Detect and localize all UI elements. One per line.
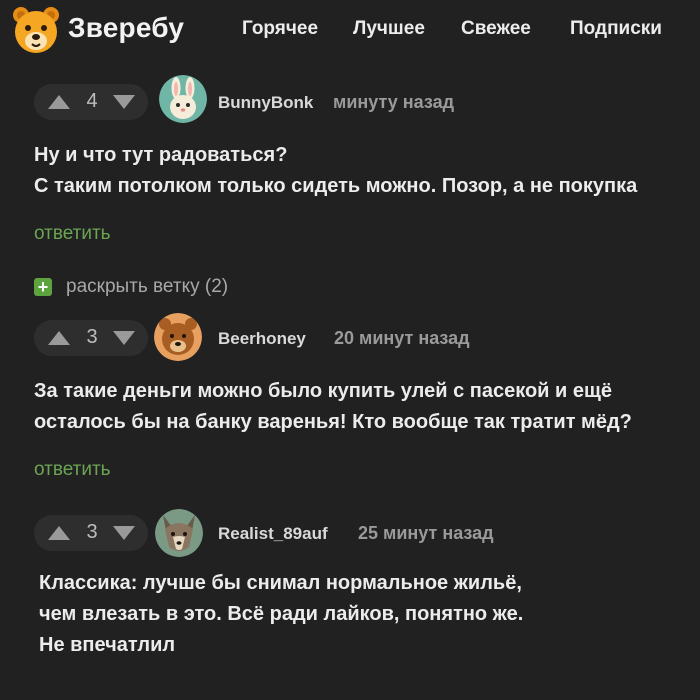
vote-control: 4	[34, 84, 148, 120]
upvote-icon[interactable]	[48, 331, 70, 345]
username[interactable]: BunnyBonk	[218, 93, 313, 113]
timestamp: минуту назад	[333, 92, 455, 112]
top-header: Зверебу Горячее Лучшее Свежее Подписки	[0, 0, 700, 60]
upvote-icon[interactable]	[48, 95, 70, 109]
vote-control: 3	[34, 320, 148, 356]
comment-text: За такие деньги можно было купить улей с…	[34, 376, 632, 438]
upvote-icon[interactable]	[48, 526, 70, 540]
nav-best[interactable]: Лучшее	[353, 18, 425, 40]
brand-name[interactable]: Зверебу	[68, 12, 184, 44]
reply-link[interactable]: ответить	[34, 459, 111, 481]
downvote-icon[interactable]	[113, 526, 135, 540]
comment-line: За такие деньги можно было купить улей с…	[34, 380, 612, 402]
plus-icon[interactable]: +	[34, 278, 52, 296]
comment-text: Ну и что тут радоваться? С таким потолко…	[34, 140, 637, 202]
nav-fresh[interactable]: Свежее	[461, 18, 531, 40]
reply-link[interactable]: ответить	[34, 223, 111, 245]
vote-count: 4	[86, 90, 98, 112]
username[interactable]: Beerhoney	[218, 329, 306, 349]
comment-line: Классика: лучше бы снимал нормальное жил…	[39, 572, 522, 594]
nav-hot[interactable]: Горячее	[242, 18, 318, 40]
comment-line: Не впечатлил	[39, 634, 176, 656]
bear-logo-icon[interactable]	[12, 4, 60, 56]
username[interactable]: Realist_89auf	[218, 524, 328, 544]
comment-line: осталось бы на банку варенья! Кто вообще…	[34, 411, 632, 433]
vote-control: 3	[34, 515, 148, 551]
downvote-icon[interactable]	[113, 331, 135, 345]
comment-line: Ну и что тут радоваться?	[34, 144, 288, 166]
expand-thread-label[interactable]: раскрыть ветку (2)	[66, 276, 228, 298]
wolf-avatar-icon[interactable]	[155, 509, 203, 557]
bunny-avatar-icon[interactable]	[159, 75, 207, 123]
comment-line: чем влезать в это. Всё ради лайков, поня…	[39, 603, 524, 625]
bear-avatar-icon[interactable]	[154, 313, 202, 361]
comment-line: С таким потолком только сидеть можно. По…	[34, 175, 638, 197]
comment-text: Классика: лучше бы снимал нормальное жил…	[39, 568, 523, 661]
timestamp: 20 минут назад	[334, 328, 470, 348]
vote-count: 3	[86, 521, 98, 543]
vote-count: 3	[86, 326, 98, 348]
nav-subscriptions[interactable]: Подписки	[570, 18, 662, 40]
page: Зверебу Горячее Лучшее Свежее Подписки 4	[0, 0, 700, 700]
downvote-icon[interactable]	[113, 95, 135, 109]
timestamp: 25 минут назад	[358, 523, 494, 543]
